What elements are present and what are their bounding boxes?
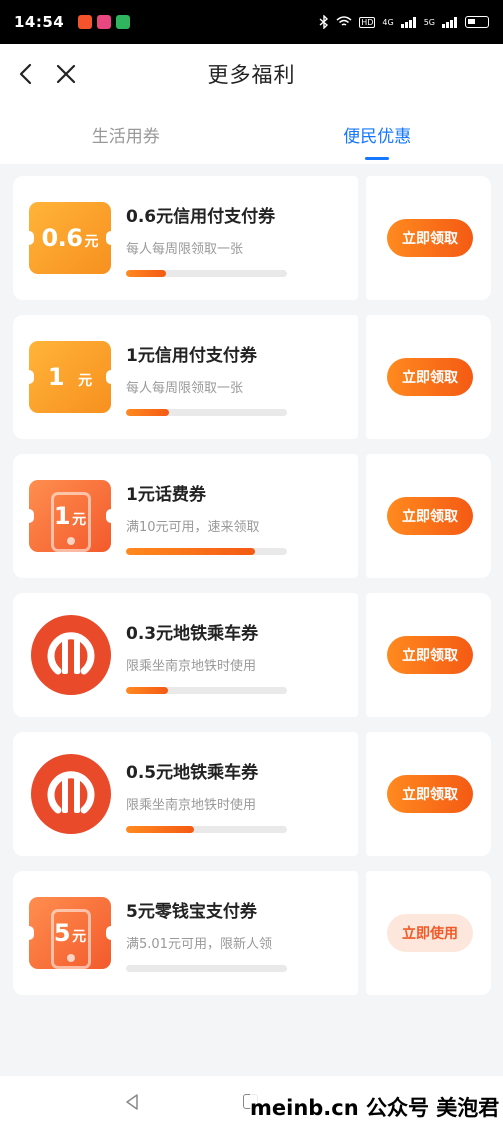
network-5g-label: 5G	[423, 17, 435, 27]
status-bar: 14:54 HD 4G 5G	[0, 0, 503, 44]
page-title: 更多福利	[207, 63, 296, 87]
ticket-unit: 元	[78, 373, 93, 389]
coupon-info: 0.3元地铁乘车券 限乘坐南京地铁时使用	[13, 593, 358, 717]
coupon-action: 立即领取	[366, 732, 491, 856]
coupon-card: 0.5元地铁乘车券 限乘坐南京地铁时使用 立即领取	[13, 732, 491, 856]
metro-symbol-icon	[47, 632, 95, 675]
claim-progress-bar	[126, 548, 287, 555]
ticket-icon: 1 元	[24, 341, 116, 413]
header-bar: 更多福利	[0, 44, 503, 104]
bluetooth-icon	[319, 15, 329, 29]
ticket-unit: 元	[84, 234, 99, 250]
ticket-unit: 元	[72, 929, 87, 945]
notification-app-icon	[78, 15, 93, 29]
claim-progress-bar	[126, 826, 287, 833]
coupon-title: 1元信用付支付券	[126, 346, 257, 366]
claim-progress-bar	[126, 965, 287, 972]
watermark-text: meinb.cn 公众号 美泡君	[250, 1092, 500, 1122]
coupon-action: 立即使用	[366, 871, 491, 995]
coupon-action: 立即领取	[366, 315, 491, 439]
coupon-title: 5元零钱宝支付券	[126, 902, 257, 922]
coupon-card: 1 元 1元话费券 满10元可用，速来领取 立即领取	[13, 454, 491, 578]
nav-back-icon[interactable]	[124, 1093, 140, 1111]
use-button[interactable]: 立即使用	[387, 914, 473, 952]
coupon-info: 5 元 5元零钱宝支付券 满5.01元可用，限新人领	[13, 871, 358, 995]
ticket-icon: 0.6 元	[24, 202, 116, 274]
claim-button[interactable]: 立即领取	[387, 219, 473, 257]
claim-progress-fill	[126, 548, 255, 555]
coupon-title: 0.3元地铁乘车券	[126, 624, 259, 644]
coupon-card: 0.6 元 0.6元信用付支付券 每人每周限领取一张 立即领取	[13, 176, 491, 300]
status-time: 14:54	[14, 13, 65, 31]
claim-progress-bar	[126, 270, 287, 277]
ticket-amount: 5	[53, 919, 71, 947]
claim-progress-fill	[126, 687, 168, 694]
claim-progress-fill	[126, 826, 194, 833]
coupon-desc: 每人每周限领取一张	[126, 242, 244, 257]
claim-button[interactable]: 立即领取	[387, 636, 473, 674]
claim-button[interactable]: 立即领取	[387, 358, 473, 396]
coupon-action: 立即领取	[366, 593, 491, 717]
metro-logo-icon	[31, 615, 111, 695]
coupon-thumbnail	[29, 615, 111, 695]
coupon-info: 0.5元地铁乘车券 限乘坐南京地铁时使用	[13, 732, 358, 856]
back-arrow-icon[interactable]	[12, 60, 40, 88]
ticket-amount-group: 1 元	[54, 502, 86, 530]
claim-progress-fill	[126, 270, 167, 277]
coupon-action: 立即领取	[366, 176, 491, 300]
tab-life-coupons[interactable]: 生活用券	[0, 104, 252, 164]
ticket-amount: 1	[53, 502, 71, 530]
coupon-desc: 每人每周限领取一张	[126, 381, 244, 396]
status-icons: HD 4G 5G	[319, 15, 489, 29]
coupon-info: 1 元 1元信用付支付券 每人每周限领取一张	[13, 315, 358, 439]
wifi-icon	[336, 16, 352, 26]
signal-icon	[442, 16, 458, 28]
tab-convenience-deals[interactable]: 便民优惠	[252, 104, 503, 164]
claim-progress-bar	[126, 687, 287, 694]
claim-button[interactable]: 立即领取	[387, 497, 473, 535]
ticket-unit: 元	[72, 512, 87, 528]
hd-badge: HD	[359, 16, 376, 28]
coupon-desc: 满5.01元可用，限新人领	[126, 937, 272, 952]
coupon-thumbnail: 1 元	[24, 337, 116, 417]
message-app-icon	[116, 15, 131, 29]
network-4g-label: 4G	[382, 17, 394, 27]
close-icon[interactable]	[52, 60, 80, 88]
metro-logo-icon	[31, 754, 111, 834]
battery-icon	[465, 16, 489, 28]
tab-bar: 生活用券 便民优惠	[0, 104, 503, 164]
claim-progress-fill	[126, 409, 170, 416]
phone-bill-ticket-icon: 1 元	[24, 480, 116, 552]
coupon-thumbnail	[29, 754, 111, 834]
coupon-thumbnail: 1 元	[24, 476, 116, 556]
coupon-card: 5 元 5元零钱宝支付券 满5.01元可用，限新人领 立即使用	[13, 871, 491, 995]
coupon-card: 0.3元地铁乘车券 限乘坐南京地铁时使用 立即领取	[13, 593, 491, 717]
coupon-action: 立即领取	[366, 454, 491, 578]
coupon-thumbnail: 0.6 元	[24, 198, 116, 278]
notification-app-icon	[97, 15, 112, 29]
coupon-desc: 满10元可用，速来领取	[126, 520, 260, 535]
wallet-ticket-icon: 5 元	[24, 897, 116, 969]
claim-progress-bar	[126, 409, 287, 416]
claim-button[interactable]: 立即领取	[387, 775, 473, 813]
coupon-info: 0.6 元 0.6元信用付支付券 每人每周限领取一张	[13, 176, 358, 300]
coupon-info: 1 元 1元话费券 满10元可用，速来领取	[13, 454, 358, 578]
coupon-desc: 限乘坐南京地铁时使用	[126, 659, 257, 674]
ticket-amount: 0.6	[41, 224, 83, 252]
coupon-card: 1 元 1元信用付支付券 每人每周限领取一张 立即领取	[13, 315, 491, 439]
coupon-title: 0.5元地铁乘车券	[126, 763, 259, 783]
coupon-title: 0.6元信用付支付券	[126, 207, 276, 227]
coupon-desc: 限乘坐南京地铁时使用	[126, 798, 257, 813]
metro-symbol-icon	[47, 771, 95, 814]
ticket-amount: 1	[47, 363, 65, 391]
ticket-amount-group: 5 元	[54, 919, 86, 947]
coupon-title: 1元话费券	[126, 485, 206, 505]
coupon-thumbnail: 5 元	[24, 893, 116, 973]
signal-icon	[400, 16, 417, 28]
